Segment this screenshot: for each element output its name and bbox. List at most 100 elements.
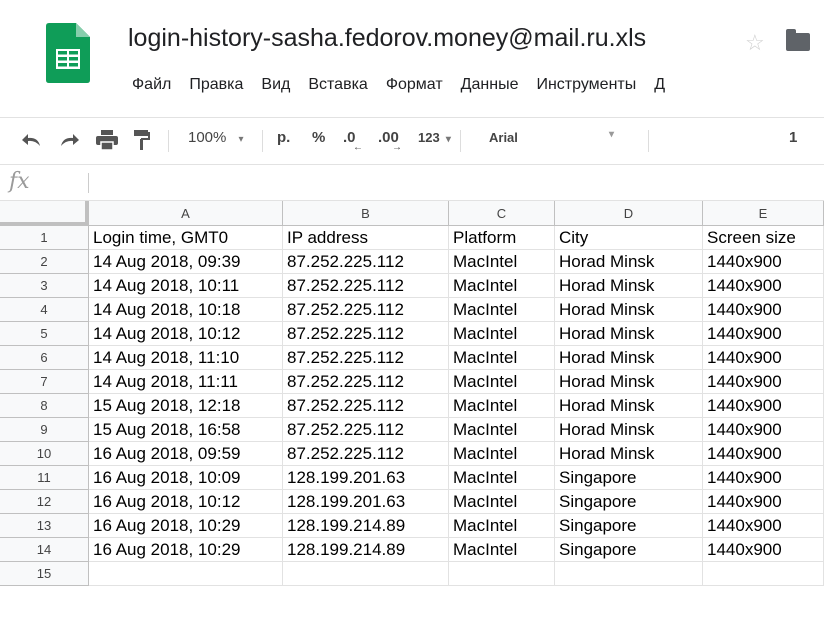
percent-format-button[interactable]: %	[312, 129, 325, 146]
table-cell[interactable]: 16 Aug 2018, 10:09	[89, 466, 283, 490]
table-cell[interactable]: MacIntel	[449, 250, 555, 274]
row-header[interactable]: 3	[0, 274, 89, 298]
table-cell[interactable]: 14 Aug 2018, 09:39	[89, 250, 283, 274]
table-cell[interactable]: 87.252.225.112	[283, 322, 449, 346]
table-cell[interactable]	[449, 562, 555, 586]
table-cell[interactable]: 14 Aug 2018, 10:12	[89, 322, 283, 346]
table-cell[interactable]: Horad Minsk	[555, 346, 703, 370]
table-cell[interactable]: 14 Aug 2018, 11:11	[89, 370, 283, 394]
table-cell[interactable]: MacIntel	[449, 346, 555, 370]
table-cell[interactable]: 1440x900	[703, 514, 824, 538]
menu-format[interactable]: Формат	[386, 76, 443, 93]
table-cell[interactable]: 1440x900	[703, 322, 824, 346]
table-cell[interactable]: MacIntel	[449, 466, 555, 490]
table-cell[interactable]: 1440x900	[703, 442, 824, 466]
table-cell[interactable]: Singapore	[555, 466, 703, 490]
table-cell[interactable]: 1440x900	[703, 538, 824, 562]
table-cell[interactable]: MacIntel	[449, 490, 555, 514]
table-cell[interactable]: Login time, GMT0	[89, 226, 283, 250]
decrease-decimals-button[interactable]: .0 ←	[343, 129, 363, 153]
row-header[interactable]: 7	[0, 370, 89, 394]
row-header[interactable]: 8	[0, 394, 89, 418]
row-header[interactable]: 1	[0, 226, 89, 250]
table-cell[interactable]: Horad Minsk	[555, 298, 703, 322]
google-sheets-logo[interactable]	[46, 23, 90, 83]
menu-edit[interactable]: Правка	[189, 76, 243, 93]
font-family-select[interactable]: Arial ▾	[489, 129, 619, 146]
row-header[interactable]: 12	[0, 490, 89, 514]
menu-view[interactable]: Вид	[261, 76, 290, 93]
table-cell[interactable]: 87.252.225.112	[283, 370, 449, 394]
table-cell[interactable]: 128.199.214.89	[283, 538, 449, 562]
font-size-select[interactable]: 1	[789, 129, 797, 146]
table-cell[interactable]	[283, 562, 449, 586]
row-header[interactable]: 6	[0, 346, 89, 370]
table-cell[interactable]: Horad Minsk	[555, 418, 703, 442]
column-header-d[interactable]: D	[555, 201, 703, 226]
table-cell[interactable]: 87.252.225.112	[283, 346, 449, 370]
table-cell[interactable]: MacIntel	[449, 322, 555, 346]
table-cell[interactable]: MacIntel	[449, 538, 555, 562]
table-cell[interactable]: 1440x900	[703, 346, 824, 370]
table-cell[interactable]: 14 Aug 2018, 11:10	[89, 346, 283, 370]
table-cell[interactable]: MacIntel	[449, 418, 555, 442]
table-cell[interactable]: 87.252.225.112	[283, 298, 449, 322]
table-cell[interactable]: City	[555, 226, 703, 250]
increase-decimals-button[interactable]: .00 →	[378, 129, 402, 153]
table-cell[interactable]: 87.252.225.112	[283, 394, 449, 418]
column-header-b[interactable]: B	[283, 201, 449, 226]
table-cell[interactable]: 87.252.225.112	[283, 442, 449, 466]
column-header-e[interactable]: E	[703, 201, 824, 226]
print-icon[interactable]	[95, 129, 119, 151]
table-cell[interactable]: 1440x900	[703, 466, 824, 490]
table-cell[interactable]: Horad Minsk	[555, 274, 703, 298]
star-icon[interactable]: ☆	[745, 30, 765, 56]
paint-format-icon[interactable]	[132, 129, 152, 151]
menu-insert[interactable]: Вставка	[308, 76, 367, 93]
table-cell[interactable]: 1440x900	[703, 490, 824, 514]
table-cell[interactable]: 128.199.201.63	[283, 466, 449, 490]
table-cell[interactable]: MacIntel	[449, 514, 555, 538]
undo-icon[interactable]	[20, 130, 44, 150]
table-cell[interactable]	[555, 562, 703, 586]
table-cell[interactable]: 16 Aug 2018, 10:12	[89, 490, 283, 514]
menu-file[interactable]: Файл	[132, 76, 171, 93]
table-cell[interactable]: MacIntel	[449, 394, 555, 418]
table-cell[interactable]	[89, 562, 283, 586]
table-cell[interactable]: 1440x900	[703, 370, 824, 394]
currency-format-button[interactable]: р.	[277, 129, 290, 146]
table-cell[interactable]: 15 Aug 2018, 16:58	[89, 418, 283, 442]
table-cell[interactable]: 128.199.214.89	[283, 514, 449, 538]
table-cell[interactable]: 1440x900	[703, 274, 824, 298]
row-header[interactable]: 9	[0, 418, 89, 442]
folder-icon[interactable]	[786, 29, 810, 51]
table-cell[interactable]: Horad Minsk	[555, 322, 703, 346]
table-cell[interactable]: Horad Minsk	[555, 394, 703, 418]
row-header[interactable]: 5	[0, 322, 89, 346]
row-header[interactable]: 10	[0, 442, 89, 466]
column-header-a[interactable]: A	[89, 201, 283, 226]
formula-input[interactable]	[96, 172, 796, 194]
menu-more[interactable]: Д	[654, 76, 665, 93]
table-cell[interactable]: 14 Aug 2018, 10:11	[89, 274, 283, 298]
table-cell[interactable]: Singapore	[555, 514, 703, 538]
table-cell[interactable]: Horad Minsk	[555, 370, 703, 394]
table-cell[interactable]: Horad Minsk	[555, 250, 703, 274]
more-formats-button[interactable]: 123 ▾	[418, 129, 451, 146]
table-cell[interactable]: MacIntel	[449, 442, 555, 466]
row-header[interactable]: 13	[0, 514, 89, 538]
table-cell[interactable]: 128.199.201.63	[283, 490, 449, 514]
redo-icon[interactable]	[57, 130, 81, 150]
table-cell[interactable]: 1440x900	[703, 298, 824, 322]
table-cell[interactable]	[703, 562, 824, 586]
table-cell[interactable]: 1440x900	[703, 250, 824, 274]
table-cell[interactable]: 87.252.225.112	[283, 250, 449, 274]
table-cell[interactable]: 1440x900	[703, 394, 824, 418]
table-cell[interactable]: 1440x900	[703, 418, 824, 442]
column-header-c[interactable]: C	[449, 201, 555, 226]
table-cell[interactable]: IP address	[283, 226, 449, 250]
select-all-corner[interactable]	[0, 201, 89, 226]
table-cell[interactable]: Screen size	[703, 226, 824, 250]
table-cell[interactable]: 87.252.225.112	[283, 418, 449, 442]
document-title[interactable]: login-history-sasha.fedorov.money@mail.r…	[128, 24, 646, 53]
